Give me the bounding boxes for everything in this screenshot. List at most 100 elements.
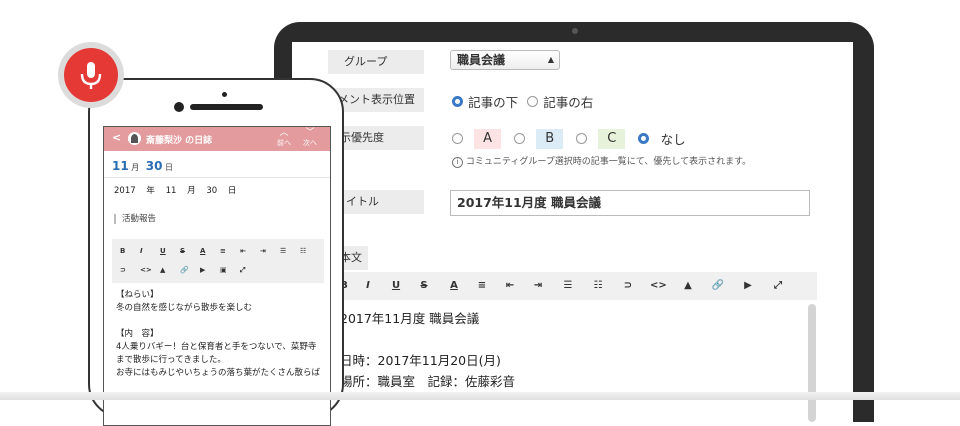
code-icon[interactable]: <>	[650, 280, 667, 291]
diary-title: 斎藤梨沙 の日誌	[146, 136, 213, 146]
bullet-list-icon[interactable]: ☰	[280, 247, 286, 255]
body-line: まで散歩に行ってきました。	[116, 355, 226, 365]
image-icon[interactable]: ▲	[680, 280, 696, 291]
laptop-frame: グループ 職員会議 ▲ メント表示位置 記事の下 記事の右 示優先度 A B C…	[274, 22, 874, 422]
divider	[104, 177, 330, 178]
video-icon[interactable]: ▶	[740, 280, 756, 291]
radio-comment-below[interactable]	[452, 96, 463, 107]
link-icon[interactable]: ⊃	[120, 266, 126, 274]
italic-button[interactable]: I	[140, 247, 143, 255]
body-line	[116, 315, 326, 328]
date-day-unit: 日	[165, 163, 174, 172]
font-color-button[interactable]: A	[200, 247, 205, 255]
body-line: 【内 容】	[116, 329, 159, 339]
radio-priority-c[interactable]	[576, 133, 588, 144]
video-icon[interactable]: ▶	[200, 266, 205, 274]
numbered-list-icon[interactable]: ☷	[590, 280, 606, 291]
chevron-up-icon: ︿	[279, 128, 289, 138]
indent-icon[interactable]: ⇥	[530, 280, 546, 291]
prev-label: 前へ	[277, 139, 291, 147]
align-left-icon[interactable]: ≡	[474, 280, 490, 291]
chip-priority-a: A	[474, 128, 501, 149]
info-icon: i	[452, 157, 463, 168]
underline-button[interactable]: U	[388, 280, 404, 291]
radio-comment-right[interactable]	[527, 96, 539, 107]
chip-priority-c: C	[598, 128, 626, 149]
outdent-icon[interactable]: ⇤	[240, 247, 246, 255]
italic-button[interactable]: I	[360, 280, 376, 291]
date-year-field[interactable]: 2017	[114, 186, 136, 196]
radio-priority-none[interactable]	[638, 133, 650, 144]
option-comment-below: 記事の下	[468, 95, 519, 110]
bullet-list-icon[interactable]: ☰	[560, 280, 576, 291]
code-icon[interactable]: <>	[140, 266, 152, 274]
strike-button[interactable]: S	[180, 247, 185, 255]
phone-speaker	[190, 104, 263, 110]
next-label: 次へ	[303, 139, 317, 147]
date-year-unit: 年	[146, 186, 155, 196]
group-select-value: 職員会議	[457, 53, 506, 67]
fullscreen-icon[interactable]: ⤢	[240, 266, 246, 275]
chevron-down-icon: ﹀	[305, 128, 315, 138]
floor-shadow	[0, 392, 960, 400]
option-comment-right: 記事の右	[543, 95, 594, 110]
user-icon	[131, 134, 138, 143]
editor-line: 2017年11月度 職員会議	[340, 311, 480, 326]
editor-scrollbar[interactable]	[808, 304, 816, 422]
body-line: お寺にはもみじやいちょうの落ち葉がたくさん散らば	[116, 368, 321, 378]
date-month: 11	[112, 159, 129, 173]
priority-options: A B C なし	[452, 128, 686, 149]
avatar	[128, 132, 141, 145]
title-input[interactable]: 2017年11月度 職員会議	[450, 190, 810, 216]
table-icon[interactable]: ▣	[220, 266, 227, 274]
phone-editor-body[interactable]: 【ねらい】 冬の自然を感じながら散歩を楽しむ 【内 容】 4人乗りバギー！台と保…	[116, 289, 326, 380]
font-color-button[interactable]: A	[446, 280, 462, 291]
back-button[interactable]: <	[112, 131, 121, 144]
editor-toolbar: B I U S A ≡ ⇤ ⇥ ☰ ☷ ⊃ <> ▲ 🔗 ▶ ⤢	[328, 272, 817, 300]
date-day-field-unit: 日	[227, 186, 237, 196]
comment-position-options: 記事の下 記事の右	[452, 91, 593, 111]
prev-button[interactable]: ︿ 前へ	[276, 129, 292, 148]
phone-screen: < 斎藤梨沙 の日誌 ︿ 前へ ﹀ 次へ 11 月 30 日 2017 年 11…	[103, 126, 331, 426]
date-day-field[interactable]: 30	[206, 186, 217, 196]
attach-icon[interactable]: 🔗	[710, 280, 726, 291]
underline-button[interactable]: U	[160, 247, 166, 255]
date-fields[interactable]: 2017 年 11 月 30 日	[114, 184, 236, 196]
chip-priority-b: B	[536, 128, 564, 149]
date-month-unit: 月	[131, 163, 140, 172]
radio-priority-b[interactable]	[514, 133, 526, 144]
numbered-list-icon[interactable]: ☷	[300, 247, 306, 255]
category-label: 活動報告	[114, 214, 156, 224]
next-button[interactable]: ﹀ 次へ	[302, 129, 318, 148]
strike-button[interactable]: S	[416, 280, 432, 291]
link-icon[interactable]: ⊃	[620, 280, 636, 291]
image-icon[interactable]: ▲	[160, 266, 165, 274]
phone-editor-toolbar: B I U S A ≡ ⇤ ⇥ ☰ ☷ ⊃ <> ▲ 🔗 ▶ ▣ ⤢	[112, 239, 324, 283]
laptop-screen: グループ 職員会議 ▲ メント表示位置 記事の下 記事の右 示優先度 A B C…	[292, 42, 853, 422]
phone-front-camera	[174, 102, 184, 112]
group-select[interactable]: 職員会議 ▲	[450, 50, 560, 70]
date-month-field[interactable]: 11	[166, 186, 177, 196]
body-line: 【ねらい】	[116, 290, 159, 300]
editor-body[interactable]: 2017年11月度 職員会議 日時：2017年11月20日(月) 場所：職員室 …	[340, 308, 800, 392]
voice-input-button[interactable]	[58, 42, 124, 108]
editor-line: 日時：2017年11月20日(月)	[340, 353, 501, 368]
align-left-icon[interactable]: ≡	[220, 247, 226, 255]
laptop-camera	[572, 28, 578, 34]
outdent-icon[interactable]: ⇤	[502, 280, 518, 291]
date-day: 30	[145, 159, 163, 173]
priority-note: i コミュニティグループ選択時の記事一覧にて、優先して表示されます。	[452, 154, 751, 168]
priority-note-text: コミュニティグループ選択時の記事一覧にて、優先して表示されます。	[465, 157, 752, 167]
radio-priority-a[interactable]	[452, 133, 463, 144]
microphone-icon	[80, 62, 102, 89]
fullscreen-icon[interactable]: ⤢	[770, 280, 786, 291]
phone-sensor	[222, 92, 227, 97]
bold-button[interactable]: B	[120, 247, 125, 255]
date-display: 11 月 30 日	[112, 159, 173, 173]
option-priority-none: なし	[660, 132, 686, 147]
indent-icon[interactable]: ⇥	[260, 247, 266, 255]
mic-button-face	[64, 48, 118, 102]
attach-icon[interactable]: 🔗	[180, 266, 189, 274]
group-label: グループ	[328, 50, 424, 74]
